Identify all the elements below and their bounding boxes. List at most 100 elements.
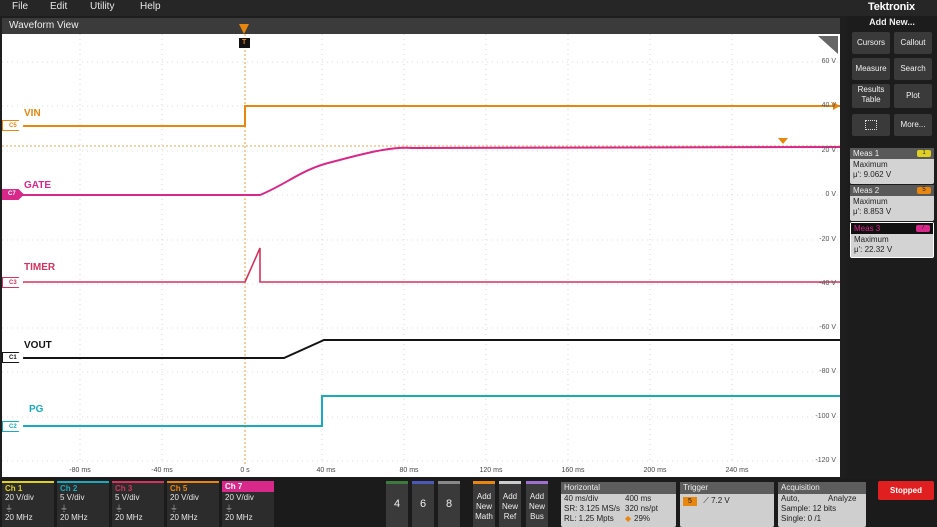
add-ref-line2: New <box>501 502 518 511</box>
brand-logo: Tektronix <box>868 1 915 13</box>
results-table-button[interactable]: Results Table <box>852 84 890 108</box>
waveform-view-title: Waveform View <box>9 20 79 31</box>
trigger-position-marker[interactable] <box>239 24 249 34</box>
meas-1-chip: 1 <box>917 150 931 157</box>
add-new-bus-button[interactable]: Add New Bus <box>526 481 548 527</box>
channel-6-button[interactable]: 6 <box>412 481 434 527</box>
horizontal-badge[interactable]: Horizontal 40 ms/div 400 ms SR: 3.125 MS/… <box>561 482 676 527</box>
y-tick-label: -100 V <box>815 413 836 420</box>
grid-select-icon <box>865 120 877 130</box>
run-stop-status[interactable]: Stopped <box>878 481 934 500</box>
y-tick-label: -40 V <box>819 280 836 287</box>
y-tick-label: -20 V <box>819 236 836 243</box>
channel-5-scale: 20 V/div <box>170 493 199 502</box>
vout-trace <box>2 339 840 359</box>
meas-1-badge[interactable]: Meas 1 1 Maximum μ': 9.062 V <box>850 148 934 184</box>
channel-7-badge[interactable]: Ch 7 20 V/div ⏚ 20 MHz <box>222 481 274 527</box>
cursors-button[interactable]: Cursors <box>852 32 890 54</box>
horizontal-title: Horizontal <box>561 482 676 494</box>
channel-5-bandwidth: 20 MHz <box>170 513 198 522</box>
callout-button[interactable]: Callout <box>894 32 932 54</box>
menu-utility[interactable]: Utility <box>90 1 114 12</box>
meas-3-badge[interactable]: Meas 3 7 Maximum μ': 22.32 V <box>850 222 934 258</box>
meas-3-value: μ': 22.32 V <box>854 245 893 254</box>
acquisition-sample: Sample: 12 bits <box>781 504 837 513</box>
trigger-level: 7.2 V <box>711 496 730 505</box>
meas-2-value: μ': 8.853 V <box>853 207 892 216</box>
channel-3-scale: 5 V/div <box>115 493 140 502</box>
channel-3-badge[interactable]: Ch 3 5 V/div ⏚ 20 MHz <box>112 481 164 527</box>
channel-2-bandwidth: 20 MHz <box>60 513 88 522</box>
add-bus-line3: Bus <box>530 512 544 521</box>
meas-2-chip: 5 <box>917 187 931 194</box>
results-table-line1: Results <box>857 85 885 94</box>
add-bus-line2: New <box>528 502 545 511</box>
channel-3-label: Ch 3 <box>112 481 164 493</box>
trigger-source: 5 <box>683 497 697 506</box>
dvm-icon-button[interactable] <box>852 114 890 136</box>
channel-1-badge[interactable]: Ch 1 20 V/div ⏚ 20 MHz <box>2 481 54 527</box>
channel-8-button[interactable]: 8 <box>438 481 460 527</box>
y-tick-label: 40 V <box>821 102 836 109</box>
x-tick-label: 240 ms <box>725 467 749 474</box>
x-tick-label: -80 ms <box>69 467 91 474</box>
horizontal-resolution: 320 ns/pt <box>625 504 658 513</box>
graticule <box>2 34 840 464</box>
add-new-math-button[interactable]: Add New Math <box>473 481 495 527</box>
menu-bar: File Edit Utility Help Tektronix <box>0 0 937 16</box>
meas-2-type: Maximum <box>853 197 888 206</box>
measure-marker <box>778 138 788 144</box>
y-tick-label: -80 V <box>819 368 836 375</box>
trigger-badge[interactable]: Trigger 5 ⟋ 7.2 V <box>680 482 774 527</box>
add-ref-line1: Add <box>502 492 518 501</box>
pg-trace <box>2 395 840 427</box>
menu-file[interactable]: File <box>12 1 28 12</box>
channel-7-scale: 20 V/div <box>225 493 254 502</box>
x-tick-label: 120 ms <box>479 467 503 474</box>
meas-3-chip: 7 <box>916 225 930 232</box>
channel-name-gate: GATE <box>24 180 52 191</box>
x-tick-label: 200 ms <box>643 467 667 474</box>
vin-trace <box>2 105 840 127</box>
channel-2-label: Ch 2 <box>57 481 109 493</box>
waveform-plot[interactable]: T 60 V 40 V 20 V 0 V -20 V -40 V -60 V -… <box>2 34 840 477</box>
add-math-line1: Add <box>476 492 492 501</box>
acquisition-badge[interactable]: Acquisition Auto, Analyze Sample: 12 bits… <box>778 482 866 527</box>
y-tick-label: -60 V <box>819 324 836 331</box>
search-button[interactable]: Search <box>894 58 932 80</box>
acquisition-title: Acquisition <box>778 482 866 494</box>
add-bus-line1: Add <box>529 492 545 501</box>
acquisition-single: Single: 0 /1 <box>781 514 822 523</box>
horizontal-sample-rate: SR: 3.125 MS/s <box>564 504 621 513</box>
plot-button[interactable]: Plot <box>894 84 932 108</box>
rising-edge-icon: ⟋ <box>703 496 709 505</box>
add-math-line2: New <box>475 502 492 511</box>
channel-5-badge[interactable]: Ch 5 20 V/div ⏚ 20 MHz <box>167 481 219 527</box>
menu-edit[interactable]: Edit <box>50 1 67 12</box>
measure-button[interactable]: Measure <box>852 58 890 80</box>
trigger-t-label: T <box>242 39 247 46</box>
channel-2-scale: 5 V/div <box>60 493 85 502</box>
channel-3-bandwidth: 20 MHz <box>115 513 143 522</box>
channel-1-scale: 20 V/div <box>5 493 34 502</box>
add-new-heading: Add New... <box>869 17 915 27</box>
x-tick-label: 160 ms <box>561 467 585 474</box>
results-table-line2: Table <box>861 95 881 104</box>
add-ref-line3: Ref <box>503 512 517 521</box>
channel-name-pg: PG <box>29 404 44 415</box>
add-new-ref-button[interactable]: Add New Ref <box>499 481 521 527</box>
meas-2-title: Meas 2 <box>853 186 880 195</box>
more-button[interactable]: More... <box>894 114 932 136</box>
y-tick-label: 60 V <box>821 58 836 65</box>
meas-2-badge[interactable]: Meas 2 5 Maximum μ': 8.853 V <box>850 185 934 221</box>
horizontal-scale: 40 ms/div <box>564 494 599 503</box>
horizontal-position: 29% <box>634 514 651 523</box>
channel-5-label: Ch 5 <box>167 481 219 493</box>
channel-2-badge[interactable]: Ch 2 5 V/div ⏚ 20 MHz <box>57 481 109 527</box>
timer-trace <box>2 247 840 283</box>
right-panel: Add New... Cursors Callout Measure Searc… <box>847 16 937 477</box>
meas-1-title: Meas 1 <box>853 149 880 158</box>
channel-4-button[interactable]: 4 <box>386 481 408 527</box>
menu-help[interactable]: Help <box>140 1 161 12</box>
meas-3-type: Maximum <box>854 235 889 244</box>
